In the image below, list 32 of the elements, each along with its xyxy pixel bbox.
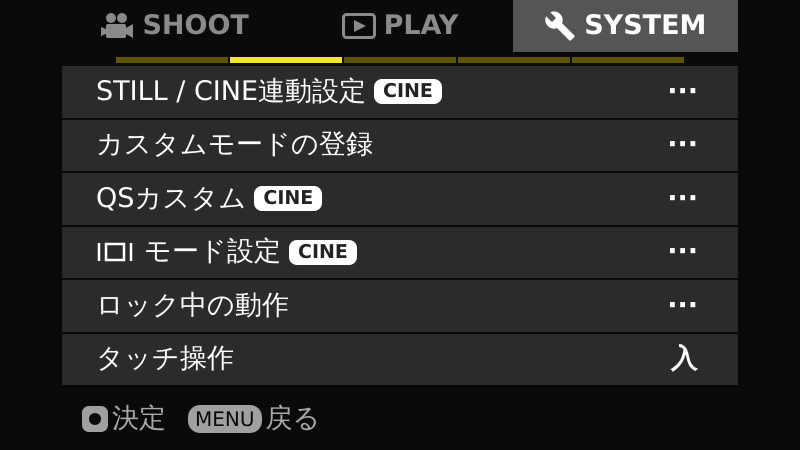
hint-label: 戻る <box>266 402 320 436</box>
play-icon <box>342 13 376 39</box>
frame-mode-icon <box>96 241 134 264</box>
menu-value: ··· <box>667 128 698 162</box>
menu-row[interactable]: タッチ操作 入 <box>62 334 738 385</box>
menu-label: STILL / CINE連動設定 <box>96 74 366 108</box>
menu-row[interactable]: STILL / CINE連動設定 CINE ··· <box>62 66 738 118</box>
menu-tab[interactable]: SHOOT <box>62 0 288 52</box>
menu-value: ··· <box>667 235 698 269</box>
menu-label: QSカスタム <box>96 182 246 216</box>
menu-value: ··· <box>667 182 698 216</box>
menu-label: カスタムモードの登録 <box>96 128 373 162</box>
menu-key-label: MENU <box>188 405 262 434</box>
menu-row[interactable]: カスタムモードの登録 ··· <box>62 120 738 171</box>
menu-value: ··· <box>667 288 698 322</box>
movie-camera-icon <box>100 12 134 40</box>
menu-value: 入 <box>671 342 698 376</box>
menu-value: ··· <box>667 74 698 108</box>
menu-row[interactable]: QSカスタム CINE ··· <box>62 173 738 224</box>
cine-badge: CINE <box>374 79 442 104</box>
wrench-icon <box>544 10 576 42</box>
menu-label: タッチ操作 <box>96 342 234 376</box>
menu-label: モード設定 <box>144 235 281 269</box>
cine-badge: CINE <box>254 186 322 212</box>
menu-tab[interactable]: PLAY <box>287 0 513 52</box>
menu-row[interactable]: モード設定 CINE ··· <box>62 226 738 278</box>
hint-label: 決定 <box>112 402 166 436</box>
ok-button-icon <box>82 406 108 432</box>
menu-row[interactable]: ロック中の動作 ··· <box>62 280 738 332</box>
menu-tab[interactable]: SYSTEM <box>512 0 738 52</box>
cine-badge: CINE <box>289 240 357 265</box>
menu-label: ロック中の動作 <box>96 288 289 322</box>
